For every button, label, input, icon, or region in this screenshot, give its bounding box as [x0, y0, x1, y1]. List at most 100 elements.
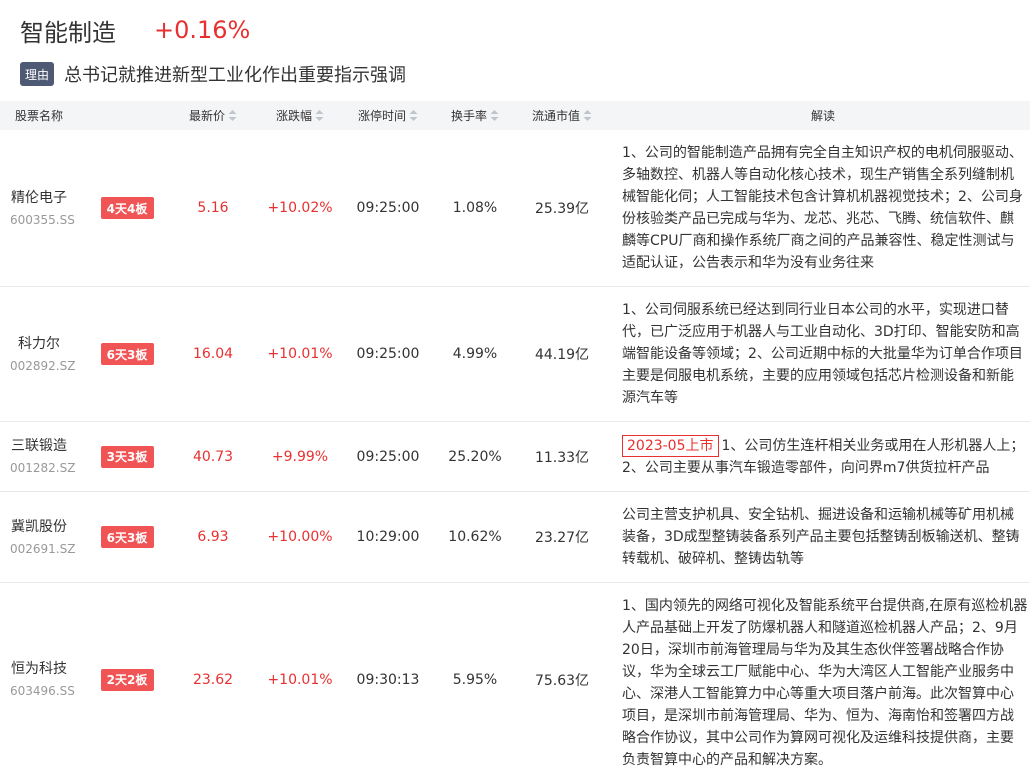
interp-cell: 公司主营支护机具、安全钻机、掘进设备和运输机械等矿用机械 装备，3D成型整铸装备… [600, 492, 1030, 582]
change-value: +10.00% [267, 529, 333, 545]
table-header: 股票名称 最新价 涨跌幅 涨停时间 换手率 流通市值 解读 [0, 101, 1030, 130]
streak-cell: 6天3板 [78, 492, 176, 582]
interp-line: 主要是伺服电机系统，主要的应用领域包括芯片检测设备和新能 [622, 368, 1014, 384]
header-market-cap[interactable]: 流通市值 [524, 101, 600, 130]
streak-badge: 2天2板 [100, 668, 154, 691]
header-price[interactable]: 最新价 [176, 101, 250, 130]
stock-cell: 科力尔 002892.SZ [0, 287, 78, 421]
interp-line: 项目，是深圳市前海管理局、华为、恒为、海南怡和签署四方战 [622, 708, 1014, 724]
market-cap-value: 11.33亿 [534, 449, 590, 466]
stock-cell: 恒为科技 603496.SS [0, 583, 78, 776]
interp-cell: 2023-05上市 1、公司仿生连杆相关业务或用在人形机器人上； 2、公司主要从事… [600, 422, 1030, 491]
change-value: +9.99% [271, 448, 329, 465]
header-turnover-label[interactable]: 换手率 [451, 107, 487, 124]
interp-line: 20日，深圳市前海管理局与华为及其生态伙伴签署战略合作协 [622, 642, 1004, 658]
turnover-value: 10.62% [448, 529, 502, 545]
header-change-label[interactable]: 涨跌幅 [276, 107, 312, 124]
stock-code: 001282.SZ [10, 461, 76, 475]
interp-line: 公司主营支护机具、安全钻机、掘进设备和运输机械等矿用机械 [622, 507, 1014, 523]
interp-text: 2023-05上市 1、公司仿生连杆相关业务或用在人形机器人上； 2、公司主要从事… [622, 434, 1024, 479]
table-row[interactable]: 冀凯股份 002691.SZ 6天3板 6.93 +10.00% 10:29:0… [0, 492, 1030, 583]
sort-icon[interactable] [228, 110, 237, 121]
stock-code: 600355.SS [10, 212, 75, 227]
interp-text: 公司主营支护机具、安全钻机、掘进设备和运输机械等矿用机械 装备，3D成型整铸装备… [622, 504, 1020, 570]
stock-name[interactable]: 三联锻造 [10, 436, 68, 456]
interp-line: 适配认证，公告表示和华为没有业务往来 [622, 255, 874, 271]
price-value: 16.04 [192, 346, 234, 362]
price-value: 40.73 [192, 448, 234, 465]
sector-change: +0.16% [154, 16, 251, 44]
turnover-value: 1.08% [452, 200, 498, 216]
interp-line: 源汽车等 [622, 390, 678, 406]
header-turnover[interactable]: 换手率 [426, 101, 524, 130]
stock-name[interactable]: 恒为科技 [10, 659, 68, 679]
interp-line: 装备，3D成型整铸装备系列产品主要包括整铸刮板输送机、整铸 [622, 529, 1020, 545]
change-value: +10.01% [267, 671, 333, 688]
interp-line: 议，华为全球云工厂赋能中心、华为大湾区人工智能产业服务中 [622, 664, 1014, 680]
market-cap-value: 25.39亿 [534, 201, 590, 217]
header-price-label[interactable]: 最新价 [189, 107, 225, 124]
streak-cell: 3天3板 [78, 422, 176, 491]
sort-icon[interactable] [315, 110, 324, 121]
table-row[interactable]: 恒为科技 603496.SS 2天2板 23.62 +10.01% 09:30:… [0, 583, 1030, 776]
market-cap-value: 44.19亿 [534, 347, 590, 363]
sort-icon[interactable] [409, 110, 418, 121]
streak-badge: 6天3板 [100, 526, 154, 548]
limit-time-value: 09:25:00 [356, 200, 420, 216]
header-interp: 解读 [810, 109, 835, 123]
price-value: 6.93 [197, 529, 229, 545]
stock-name[interactable]: 冀凯股份 [10, 517, 68, 537]
reason-tag: 理由 [20, 62, 54, 86]
turnover-value: 25.20% [448, 448, 502, 465]
interp-line: 心、深港人工智能算力中心等重大项目落户前海。此次智算中心 [622, 686, 1014, 702]
stock-cell: 三联锻造 001282.SZ [0, 422, 78, 491]
interp-text: 1、公司的智能制造产品拥有完全自主知识产权的电机伺服驱动、 多轴数控、机器人等自… [622, 142, 1023, 274]
interp-cell: 1、公司伺服系统已经达到同行业日本公司的水平，实现进口替 代，已广泛应用于机器人… [600, 287, 1030, 421]
change-value: +10.02% [267, 200, 333, 216]
market-cap-value: 75.63亿 [534, 672, 590, 689]
interp-line: 1、公司伺服系统已经达到同行业日本公司的水平，实现进口替 [622, 302, 1009, 318]
interp-line: 人产品基础上开发了防爆机器人和隧道巡检机器人产品；2、9月 [622, 620, 1018, 636]
stock-cell: 冀凯股份 002691.SZ [0, 492, 78, 582]
table-row[interactable]: 科力尔 002892.SZ 6天3板 16.04 +10.01% 09:25:0… [0, 287, 1030, 422]
stock-code: 002691.SZ [10, 541, 76, 556]
sort-icon[interactable] [583, 110, 592, 121]
limit-time-value: 09:30:13 [356, 671, 420, 688]
streak-cell: 2天2板 [78, 583, 176, 776]
sort-icon[interactable] [490, 110, 499, 121]
interp-cell: 1、公司的智能制造产品拥有完全自主知识产权的电机伺服驱动、 多轴数控、机器人等自… [600, 130, 1030, 286]
reason-bar: 理由 总书记就推进新型工业化作出重要指示强调 [20, 62, 406, 86]
streak-badge: 4天4板 [100, 197, 154, 219]
table-row[interactable]: 三联锻造 001282.SZ 3天3板 40.73 +9.99% 09:25:0… [0, 422, 1030, 492]
interp-line: 2023-05上市 1、公司仿生连杆相关业务或用在人形机器人上； [622, 434, 1024, 457]
interp-line: 多轴数控、机器人等自动化核心技术，现生产销售全系列缝制机 [622, 167, 1014, 183]
limit-time-value: 10:29:00 [356, 529, 420, 545]
header-streak [78, 101, 176, 130]
stock-table: 股票名称 最新价 涨跌幅 涨停时间 换手率 流通市值 解读 精伦电子 60035… [0, 101, 1030, 776]
interp-line: 负责智算中心的产品和解决方案。 [622, 752, 832, 768]
price-value: 5.16 [197, 200, 229, 216]
header-change[interactable]: 涨跌幅 [250, 101, 350, 130]
streak-cell: 6天3板 [78, 287, 176, 421]
table-row[interactable]: 精伦电子 600355.SS 4天4板 5.16 +10.02% 09:25:0… [0, 130, 1030, 287]
stock-name[interactable]: 科力尔 [10, 334, 68, 354]
header-limit-time[interactable]: 涨停时间 [350, 101, 426, 130]
turnover-value: 5.95% [452, 671, 498, 688]
header-limit-time-label[interactable]: 涨停时间 [358, 107, 406, 124]
interp-line: 转载机、破碎机、整铸齿轨等 [622, 551, 804, 567]
interp-line: 麟等CPU厂商和操作系统厂商之间的产品兼容性、稳定性测试与 [622, 233, 1015, 249]
header-market-cap-label[interactable]: 流通市值 [532, 107, 580, 124]
limit-time-value: 09:25:00 [356, 346, 420, 362]
page: 智能制造 +0.16% 理由 总书记就推进新型工业化作出重要指示强调 股票名称 … [0, 0, 1030, 776]
sector-header: 智能制造 +0.16% [20, 14, 251, 47]
listing-tag: 2023-05上市 [622, 434, 719, 457]
sector-name: 智能制造 [20, 18, 116, 47]
streak-cell: 4天4板 [78, 130, 176, 286]
interp-line: 略合作协议，其中公司作为算网可视化及运维科技提供商，主要 [622, 730, 1014, 746]
interp-line: 2、公司主要从事汽车锻造零部件，向问界m7供货拉杆产品 [622, 459, 990, 476]
price-value: 23.62 [192, 671, 234, 688]
market-cap-value: 23.27亿 [534, 530, 590, 546]
stock-name[interactable]: 精伦电子 [10, 188, 68, 208]
turnover-value: 4.99% [452, 346, 498, 362]
limit-time-value: 09:25:00 [356, 448, 420, 465]
